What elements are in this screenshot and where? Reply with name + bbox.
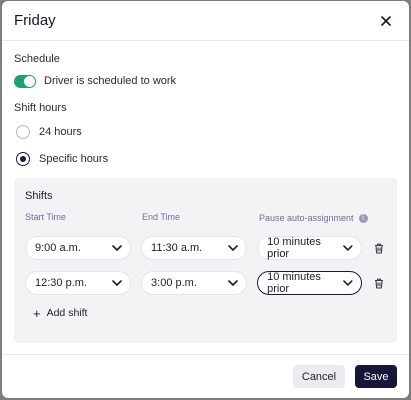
radio-specific-hours[interactable]: Specific hours xyxy=(14,147,397,171)
trash-icon xyxy=(375,243,384,254)
info-icon[interactable]: i xyxy=(358,213,368,223)
save-button[interactable]: Save xyxy=(355,365,397,388)
pause-header: Pause auto-assignment i xyxy=(259,212,368,224)
shifts-panel: Shifts Start Time End Time Pause auto-as… xyxy=(14,178,397,343)
scheduled-toggle[interactable] xyxy=(14,74,36,88)
add-shift-label: Add shift xyxy=(46,307,88,319)
shift-row: 9:00 a.m. 11:30 a.m. 10 minutes prior xyxy=(25,235,386,261)
shifts-title: Shifts xyxy=(25,190,53,202)
pause-select[interactable]: 10 minutes prior xyxy=(257,271,363,295)
start-time-header: Start Time xyxy=(25,212,67,222)
add-shift-button[interactable]: + Add shift xyxy=(33,305,386,321)
end-time-value: 3:00 p.m. xyxy=(151,277,197,289)
trash-icon xyxy=(375,278,384,289)
radio-24-hours-label: 24 hours xyxy=(39,126,82,138)
delete-shift-button[interactable] xyxy=(372,276,386,290)
chevron-down-icon xyxy=(343,280,353,286)
cancel-button[interactable]: Cancel xyxy=(293,365,345,388)
schedule-toggle-row: Driver is scheduled to work xyxy=(14,71,397,91)
schedule-dialog: Friday Schedule Driver is scheduled to w… xyxy=(2,1,409,398)
end-time-header: End Time xyxy=(142,212,181,222)
delete-shift-button[interactable] xyxy=(372,241,386,255)
start-time-select[interactable]: 9:00 a.m. xyxy=(25,236,132,260)
close-icon xyxy=(381,15,391,26)
dialog-title: Friday xyxy=(14,12,56,29)
chevron-down-icon xyxy=(228,245,238,251)
chevron-down-icon xyxy=(228,280,238,286)
end-time-value: 11:30 a.m. xyxy=(151,242,203,254)
radio-specific-hours-control[interactable] xyxy=(16,152,30,166)
chevron-down-icon xyxy=(343,245,353,251)
radio-24-hours[interactable]: 24 hours xyxy=(14,120,397,144)
scheduled-toggle-label: Driver is scheduled to work xyxy=(44,75,177,87)
pause-value: 10 minutes prior xyxy=(267,236,321,260)
start-time-value: 12:30 p.m. xyxy=(35,277,87,289)
close-button[interactable] xyxy=(375,10,397,32)
chevron-down-icon xyxy=(112,245,122,251)
start-time-select[interactable]: 12:30 p.m. xyxy=(25,271,132,295)
chevron-down-icon xyxy=(112,280,122,286)
start-time-value: 9:00 a.m. xyxy=(35,242,81,254)
dialog-header: Friday xyxy=(2,1,409,41)
shifts-column-headers: Start Time End Time Pause auto-assignmen… xyxy=(25,212,386,224)
dialog-body: Schedule Driver is scheduled to work Shi… xyxy=(2,41,409,171)
schedule-label: Schedule xyxy=(14,53,60,65)
plus-icon: + xyxy=(33,305,41,321)
shift-row: 12:30 p.m. 3:00 p.m. 10 minutes prior xyxy=(25,270,386,296)
shift-hours-label: Shift hours xyxy=(14,102,67,114)
end-time-select[interactable]: 3:00 p.m. xyxy=(141,271,248,295)
radio-24-hours-control[interactable] xyxy=(16,125,30,139)
end-time-select[interactable]: 11:30 a.m. xyxy=(141,236,248,260)
pause-header-label: Pause auto-assignment xyxy=(259,213,354,223)
pause-select[interactable]: 10 minutes prior xyxy=(257,236,363,260)
pause-value: 10 minutes prior xyxy=(267,271,321,295)
radio-specific-hours-label: Specific hours xyxy=(39,153,109,165)
dialog-footer: Cancel Save xyxy=(2,354,409,398)
